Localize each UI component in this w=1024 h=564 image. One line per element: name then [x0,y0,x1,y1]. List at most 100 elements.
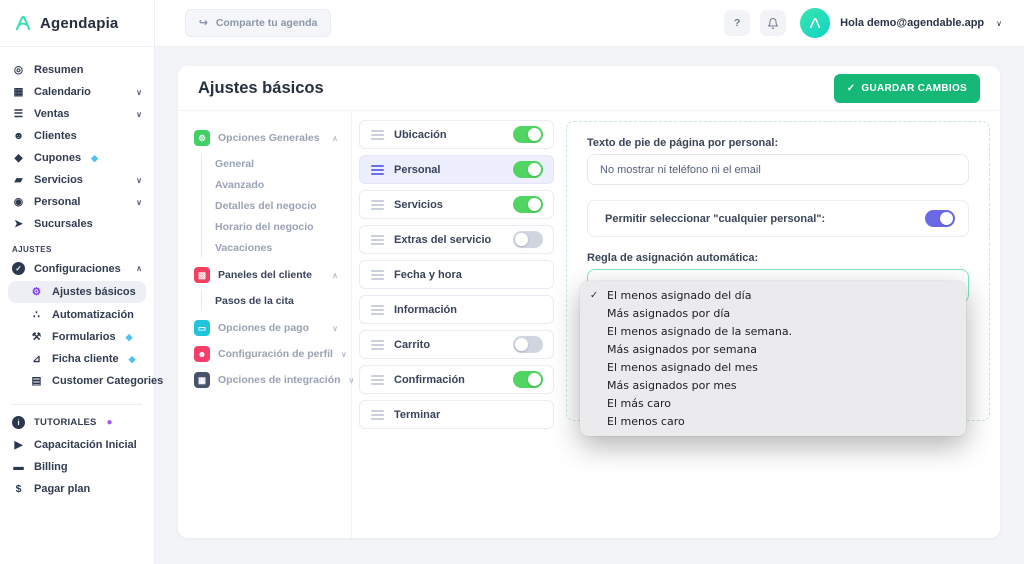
step-row-extras-del-servicio[interactable]: Extras del servicio [359,225,554,254]
chevron-down-icon: ∨ [136,176,142,185]
brand-name: Agendapia [40,15,118,32]
dashboard-icon: ◎ [12,64,25,76]
drag-handle-icon[interactable] [371,130,384,140]
nav-item-pasos-de-la-cita[interactable]: Pasos de la cita [215,290,341,311]
drag-handle-icon[interactable] [371,270,384,280]
sidebar-item-personal[interactable]: ◉ Personal ∨ [0,191,154,213]
sidebar-item-label: Customer Categories [52,375,163,387]
avatar[interactable] [800,8,830,38]
chevron-down-icon[interactable]: ∨ [996,19,1002,28]
sidebar-item-label: Cupones [34,152,81,164]
sidebar-item-servicios[interactable]: ▰ Servicios ∨ [0,169,154,191]
step-row-carrito[interactable]: Carrito [359,330,554,359]
sidebar-item-label: Configuraciones [34,263,121,275]
sidebar-item-clientes[interactable]: ☻ Clientes [0,125,154,147]
dropdown-option[interactable]: El menos asignado de la semana. [580,322,966,340]
dropdown-option[interactable]: El menos caro [580,412,966,430]
drag-handle-icon[interactable] [371,165,384,175]
sidebar-item-ventas[interactable]: ☰ Ventas ∨ [0,103,154,125]
step-row-servicios[interactable]: Servicios [359,190,554,219]
logo[interactable]: Agendapia [0,0,154,47]
nav-group-children: General Avanzado Detalles del negocio Ho… [201,153,341,258]
step-row-fecha-y-hora[interactable]: Fecha y hora [359,260,554,289]
drag-handle-icon[interactable] [371,410,384,420]
sidebar-item-sucursales[interactable]: ➤ Sucursales [0,213,154,235]
sidebar-item-pagar-plan[interactable]: $ Pagar plan [0,478,154,500]
panels-icon: ▧ [194,267,210,283]
nav-item-general[interactable]: General [215,153,341,174]
nav-group-opciones-de-pago[interactable]: ▭ Opciones de pago ∨ [194,315,341,341]
step-toggle[interactable] [513,161,543,178]
drag-handle-icon[interactable] [371,235,384,245]
step-label: Carrito [394,339,430,351]
footer-text-input[interactable] [587,154,969,185]
step-row-personal[interactable]: Personal [359,155,554,184]
check-circle-icon: ✓ [12,262,25,275]
step-toggle[interactable] [513,371,543,388]
chevron-up-icon: ∧ [332,271,341,280]
folder-icon: ▰ [12,174,25,186]
step-label: Confirmación [394,374,465,386]
topbar-right: ? Hola demo@agendable.app ∨ [724,8,1002,38]
sidebar-item-configuraciones[interactable]: ✓ Configuraciones ∧ [0,257,154,280]
user-greeting[interactable]: Hola demo@agendable.app [840,17,984,29]
dropdown-option[interactable]: Más asignados por mes [580,376,966,394]
sidebar-item-automatizacion[interactable]: ∴ Automatización [0,304,154,326]
sidebar-item-customer-categories[interactable]: ▤ Customer Categories [0,370,154,392]
notifications-button[interactable] [760,10,786,36]
step-toggle[interactable] [513,231,543,248]
dropdown-option[interactable]: El menos asignado del mes [580,358,966,376]
sidebar-item-ajustes-basicos[interactable]: ⚙ Ajustes básicos [8,281,146,303]
sidebar-item-label: Clientes [34,130,77,142]
sidebar-section-ajustes: AJUSTES [0,235,154,257]
sidebar-item-capacitacion-inicial[interactable]: ▶ Capacitación Inicial [0,434,154,456]
help-button[interactable]: ? [724,10,750,36]
any-staff-toggle[interactable] [925,210,955,227]
nav-group-configuracion-de-perfil[interactable]: ☻ Configuración de perfil ∨ [194,341,341,367]
nav-group-opciones-de-integracion[interactable]: ▦ Opciones de integración ∨ [194,367,341,393]
drag-handle-icon[interactable] [371,200,384,210]
nav-group-paneles-del-cliente[interactable]: ▧ Paneles del cliente ∧ [194,262,341,288]
sidebar-item-tutoriales[interactable]: i TUTORIALES ● [0,411,154,434]
user-icon: ◉ [12,196,25,208]
nav-item-avanzado[interactable]: Avanzado [215,174,341,195]
sidebar-item-label: Billing [34,461,68,473]
any-staff-label: Permitir seleccionar "cualquier personal… [605,213,825,225]
nav-item-vacaciones[interactable]: Vacaciones [215,237,341,258]
sidebar-item-cupones[interactable]: ◆ Cupones ◆ [0,147,154,169]
check-icon: ✓ [847,83,856,94]
sidebar-item-calendario[interactable]: ▦ Calendario ∨ [0,81,154,103]
chevron-down-icon: ∨ [136,110,142,119]
drag-handle-icon[interactable] [371,375,384,385]
step-toggle[interactable] [513,126,543,143]
agendapia-avatar-icon [807,15,823,31]
nav-item-detalles-del-negocio[interactable]: Detalles del negocio [215,195,341,216]
sidebar-item-resumen[interactable]: ◎ Resumen [0,59,154,81]
save-label: GUARDAR CAMBIOS [861,83,967,94]
profile-icon: ☻ [194,346,210,362]
save-changes-button[interactable]: ✓ GUARDAR CAMBIOS [834,74,980,103]
dropdown-option[interactable]: El más caro [580,394,966,412]
sidebar-item-formularios[interactable]: ⚒ Formularios ◆ [0,326,154,348]
step-row-informacion[interactable]: Información [359,295,554,324]
sidebar-item-label: Personal [34,196,80,208]
drag-handle-icon[interactable] [371,305,384,315]
assignment-rule-label: Regla de asignación automática: [587,252,969,264]
sidebar-item-label: Servicios [34,174,83,186]
step-toggle[interactable] [513,196,543,213]
integration-icon: ▦ [194,372,210,388]
sidebar-item-label: Ajustes básicos [52,286,136,298]
sidebar-item-billing[interactable]: ▬ Billing [0,456,154,478]
nav-group-opciones-generales[interactable]: ⚙ Opciones Generales ∧ [194,125,341,151]
sidebar-item-ficha-cliente[interactable]: ⊿ Ficha cliente ◆ [0,348,154,370]
step-toggle[interactable] [513,336,543,353]
dropdown-option-selected[interactable]: ✓ El menos asignado del día [580,286,966,304]
share-agenda-button[interactable]: ↪ Comparte tu agenda [185,9,331,37]
step-row-confirmacion[interactable]: Confirmación [359,365,554,394]
step-row-terminar[interactable]: Terminar [359,400,554,429]
dropdown-option[interactable]: Más asignados por semana [580,340,966,358]
nav-item-horario-del-negocio[interactable]: Horario del negocio [215,216,341,237]
step-row-ubicacion[interactable]: Ubicación [359,120,554,149]
dropdown-option[interactable]: Más asignados por día [580,304,966,322]
drag-handle-icon[interactable] [371,340,384,350]
